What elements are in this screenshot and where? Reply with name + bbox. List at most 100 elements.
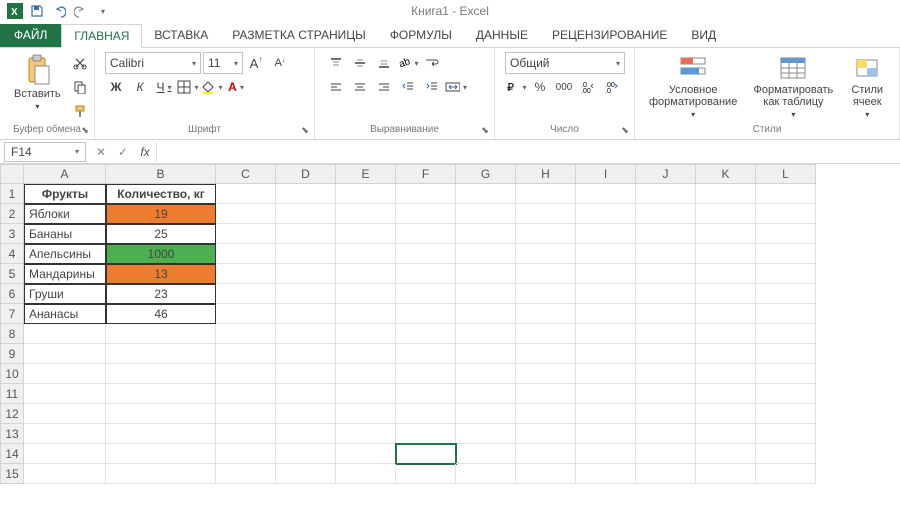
- cell[interactable]: [396, 364, 456, 384]
- cell[interactable]: [276, 264, 336, 284]
- percent-button[interactable]: %: [529, 76, 551, 98]
- cell[interactable]: [516, 424, 576, 444]
- cell[interactable]: [276, 344, 336, 364]
- cell[interactable]: [276, 324, 336, 344]
- row-header[interactable]: 6: [0, 284, 24, 304]
- cell[interactable]: 13: [106, 264, 216, 284]
- cell[interactable]: [216, 244, 276, 264]
- cell[interactable]: [516, 204, 576, 224]
- cell[interactable]: [216, 344, 276, 364]
- cell[interactable]: [456, 364, 516, 384]
- increase-indent-button[interactable]: [421, 76, 443, 98]
- align-bottom-button[interactable]: [373, 52, 395, 74]
- cell[interactable]: [106, 444, 216, 464]
- cell[interactable]: [576, 224, 636, 244]
- col-header[interactable]: E: [336, 164, 396, 184]
- align-left-button[interactable]: [325, 76, 347, 98]
- cell[interactable]: [24, 324, 106, 344]
- col-header[interactable]: B: [106, 164, 216, 184]
- wrap-text-button[interactable]: [421, 52, 443, 74]
- cell[interactable]: [576, 324, 636, 344]
- cell[interactable]: Груши: [24, 284, 106, 304]
- number-format-combo[interactable]: Общий▾: [505, 52, 625, 74]
- cell[interactable]: [696, 184, 756, 204]
- tab-view[interactable]: ВИД: [679, 24, 728, 47]
- font-color-button[interactable]: A▾: [225, 76, 247, 98]
- cell[interactable]: [576, 264, 636, 284]
- align-right-button[interactable]: [373, 76, 395, 98]
- cell[interactable]: [24, 444, 106, 464]
- cell[interactable]: Ананасы: [24, 304, 106, 324]
- cell[interactable]: [696, 404, 756, 424]
- select-all-corner[interactable]: [0, 164, 24, 184]
- name-box[interactable]: F14▾: [4, 142, 86, 162]
- tab-insert[interactable]: ВСТАВКА: [142, 24, 220, 47]
- align-launcher[interactable]: ⬊: [478, 123, 492, 137]
- shrink-font-button[interactable]: A↓: [269, 52, 291, 74]
- cell[interactable]: [336, 324, 396, 344]
- paste-button[interactable]: Вставить ▾: [10, 52, 65, 113]
- cell[interactable]: [276, 244, 336, 264]
- cell[interactable]: [396, 184, 456, 204]
- cell[interactable]: [216, 424, 276, 444]
- col-header[interactable]: D: [276, 164, 336, 184]
- row-header[interactable]: 12: [0, 404, 24, 424]
- cell[interactable]: [636, 184, 696, 204]
- cell[interactable]: [576, 384, 636, 404]
- save-icon[interactable]: [28, 2, 46, 20]
- cell[interactable]: [24, 424, 106, 444]
- cell[interactable]: [636, 264, 696, 284]
- col-header[interactable]: J: [636, 164, 696, 184]
- cell[interactable]: [756, 444, 816, 464]
- col-header[interactable]: H: [516, 164, 576, 184]
- cell[interactable]: [516, 444, 576, 464]
- cell[interactable]: [216, 284, 276, 304]
- col-header[interactable]: G: [456, 164, 516, 184]
- font-launcher[interactable]: ⬊: [298, 123, 312, 137]
- row-header[interactable]: 14: [0, 444, 24, 464]
- cell[interactable]: [216, 204, 276, 224]
- cell[interactable]: [636, 404, 696, 424]
- cell[interactable]: [216, 444, 276, 464]
- col-header[interactable]: F: [396, 164, 456, 184]
- insert-function-button[interactable]: fx: [134, 141, 156, 163]
- cell[interactable]: [396, 284, 456, 304]
- cell[interactable]: Бананы: [24, 224, 106, 244]
- cell[interactable]: [756, 244, 816, 264]
- cell[interactable]: [636, 244, 696, 264]
- decrease-indent-button[interactable]: [397, 76, 419, 98]
- tab-home[interactable]: ГЛАВНАЯ: [61, 24, 142, 48]
- undo-icon[interactable]: [50, 2, 68, 20]
- cell[interactable]: [516, 324, 576, 344]
- cell[interactable]: [106, 404, 216, 424]
- col-header[interactable]: A: [24, 164, 106, 184]
- row-header[interactable]: 3: [0, 224, 24, 244]
- cell[interactable]: [276, 304, 336, 324]
- row-header[interactable]: 11: [0, 384, 24, 404]
- row-header[interactable]: 9: [0, 344, 24, 364]
- cell[interactable]: [216, 364, 276, 384]
- cell[interactable]: [456, 284, 516, 304]
- cell[interactable]: [396, 424, 456, 444]
- cell[interactable]: [336, 404, 396, 424]
- cell[interactable]: [24, 464, 106, 484]
- cell[interactable]: [336, 224, 396, 244]
- cell[interactable]: [456, 304, 516, 324]
- cell[interactable]: [396, 264, 456, 284]
- cell[interactable]: [636, 344, 696, 364]
- orientation-button[interactable]: ab▾: [397, 52, 419, 74]
- cell[interactable]: [756, 404, 816, 424]
- cell[interactable]: [216, 404, 276, 424]
- cell[interactable]: [456, 204, 516, 224]
- cell[interactable]: [576, 284, 636, 304]
- clipboard-launcher[interactable]: ⬊: [78, 123, 92, 137]
- cell[interactable]: [696, 424, 756, 444]
- cell[interactable]: [696, 204, 756, 224]
- col-header[interactable]: L: [756, 164, 816, 184]
- cell[interactable]: [106, 384, 216, 404]
- cell[interactable]: [24, 384, 106, 404]
- cell[interactable]: Фрукты: [24, 184, 106, 204]
- col-header[interactable]: C: [216, 164, 276, 184]
- cell[interactable]: [756, 304, 816, 324]
- cell[interactable]: [636, 204, 696, 224]
